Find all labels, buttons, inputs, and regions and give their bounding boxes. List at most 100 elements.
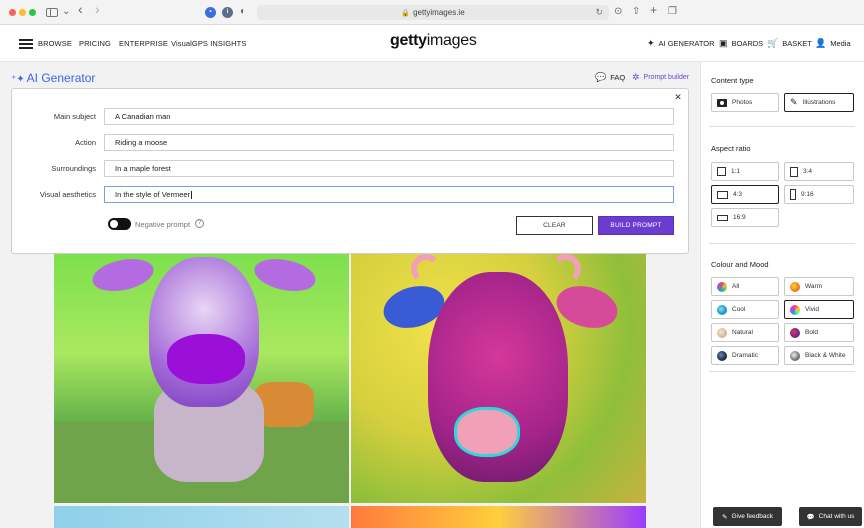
option-label: Natural [732,329,753,336]
aspect-ratio-3-4[interactable]: 3:4 [784,162,854,181]
generated-image[interactable] [351,252,646,503]
mood-bold[interactable]: Bold [784,323,854,342]
option-label: Dramatic [732,352,759,359]
chat-bubbles-icon: 💬 [595,72,607,82]
extension-info-icon[interactable]: i [222,7,233,18]
extension-icon[interactable]: • [205,7,216,18]
clear-button[interactable]: CLEAR [516,216,593,235]
toggle-knob [110,220,118,228]
visual-aesthetics-label: Visual aesthetics [39,190,96,199]
help-icon[interactable]: ? [195,219,204,228]
negative-prompt-label: Negative prompt [135,220,191,229]
give-feedback-button[interactable]: ✎ Give feedback [713,507,782,526]
content-type-photos[interactable]: Photos [711,93,779,112]
visual-aesthetics-input[interactable]: In the style of Vermeer [104,186,674,203]
sparkle-icon: ⁺✦ [11,74,25,85]
mood-all[interactable]: All [711,277,779,296]
basket-link[interactable]: 🛒 BASKET [767,38,812,49]
visual-aesthetics-value: In the style of Vermeer [115,190,191,199]
tall-ratio-icon [790,189,796,200]
aspect-ratio-4-3[interactable]: 4:3 [711,185,779,204]
close-icon[interactable]: ✕ [673,92,683,102]
image-cow-horn [551,254,581,284]
boards-label: BOARDS [731,39,764,48]
mood-dramatic[interactable]: Dramatic [711,346,779,365]
warm-swatch-icon [790,281,800,292]
filter-panel: Content type Photos ✎ Illustrations Aspec… [700,62,864,528]
minimize-window-button[interactable] [19,9,26,16]
shield-icon[interactable]: ◐ [240,6,246,18]
action-input[interactable]: Riding a moose [104,134,674,151]
address-bar[interactable]: 🔒 gettyimages.ie ↻ [257,5,609,20]
mood-natural[interactable]: Natural [711,323,779,342]
option-label: Bold [805,329,819,336]
new-tab-icon[interactable]: + [650,4,657,16]
basket-label: BASKET [782,39,812,48]
sidebar-toggle-icon[interactable] [46,8,58,17]
getty-images-logo[interactable]: gettyimages [390,32,477,50]
generated-image[interactable] [54,252,349,503]
back-button[interactable]: ‹ [78,2,83,16]
zoom-window-button[interactable] [29,9,36,16]
aspect-ratio-1-1[interactable]: 1:1 [711,162,779,181]
ai-generator-label: AI GENERATOR [658,39,715,48]
mood-black-white[interactable]: Black & White [784,346,854,365]
chevron-down-icon[interactable]: ⌄ [62,6,70,18]
wide-ratio-icon [717,214,728,221]
divider [709,371,855,372]
aspect-ratio-16-9[interactable]: 16:9 [711,208,779,227]
prompt-builder-label: Prompt builder [643,74,690,81]
option-label: 4:3 [733,191,743,198]
mood-vivid[interactable]: Vivid [784,300,854,319]
account-link[interactable]: 👤 Media [815,38,851,49]
brush-icon: ✎ [790,97,798,107]
vivid-swatch-icon [790,304,800,315]
boards-link[interactable]: ▣ BOARDS [719,38,763,49]
dramatic-swatch-icon [717,350,727,361]
colour-mood-title: Colour and Mood [711,260,769,269]
nav-browse[interactable]: BROWSE [38,39,72,48]
negative-prompt-toggle[interactable] [108,218,131,230]
option-label: All [732,283,740,290]
bold-swatch-icon [790,327,800,338]
tabs-overview-icon[interactable]: ❐ [668,6,677,18]
option-label: 1:1 [731,168,741,175]
logo-bold: getty [390,32,427,49]
logo-light: images [426,32,477,49]
main-subject-input[interactable]: A Canadian man [104,108,674,125]
surroundings-label: Surroundings [51,164,96,173]
divider [709,243,855,244]
mood-cool[interactable]: Cool [711,300,779,319]
boards-icon: ▣ [719,38,728,48]
option-label: Illustrations [802,99,836,106]
faq-link[interactable]: 💬 FAQ [595,72,625,83]
image-cow-head [149,257,259,407]
text-caret [191,191,193,200]
close-window-button[interactable] [9,9,16,16]
menu-icon[interactable] [19,39,33,49]
chat-with-us-button[interactable]: 💬 Chat with us [799,507,862,526]
reload-icon[interactable]: ↻ [595,5,603,20]
share-icon[interactable]: ⇧ [632,6,640,18]
image-cow-ear [89,253,157,297]
download-icon[interactable]: ⊙ [614,6,622,18]
content-type-illustrations[interactable]: ✎ Illustrations [784,93,854,112]
nav-visualgps-insights[interactable]: VisualGPS INSIGHTS [171,39,246,48]
page-title-text: AI Generator [26,71,96,85]
user-icon: 👤 [815,38,827,48]
landscape-ratio-icon [717,190,728,199]
site-header: BROWSE PRICING ENTERPRISE VisualGPS INSI… [0,25,864,62]
generated-image[interactable] [351,506,646,528]
url-text: gettyimages.ie [413,8,465,17]
mood-warm[interactable]: Warm [784,277,854,296]
prompt-builder-link[interactable]: ✲ Prompt builder [632,72,689,83]
generated-image[interactable] [54,506,349,528]
surroundings-input[interactable]: In a maple forest [104,160,674,177]
build-prompt-button[interactable]: BUILD PROMPT [598,216,674,235]
aspect-ratio-9-16[interactable]: 9:16 [784,185,854,204]
forward-button[interactable]: › [95,2,100,16]
nav-enterprise[interactable]: ENTERPRISE [119,39,168,48]
ai-generator-link[interactable]: ✦ AI GENERATOR [647,38,715,49]
action-label: Action [75,138,96,147]
nav-pricing[interactable]: PRICING [79,39,111,48]
